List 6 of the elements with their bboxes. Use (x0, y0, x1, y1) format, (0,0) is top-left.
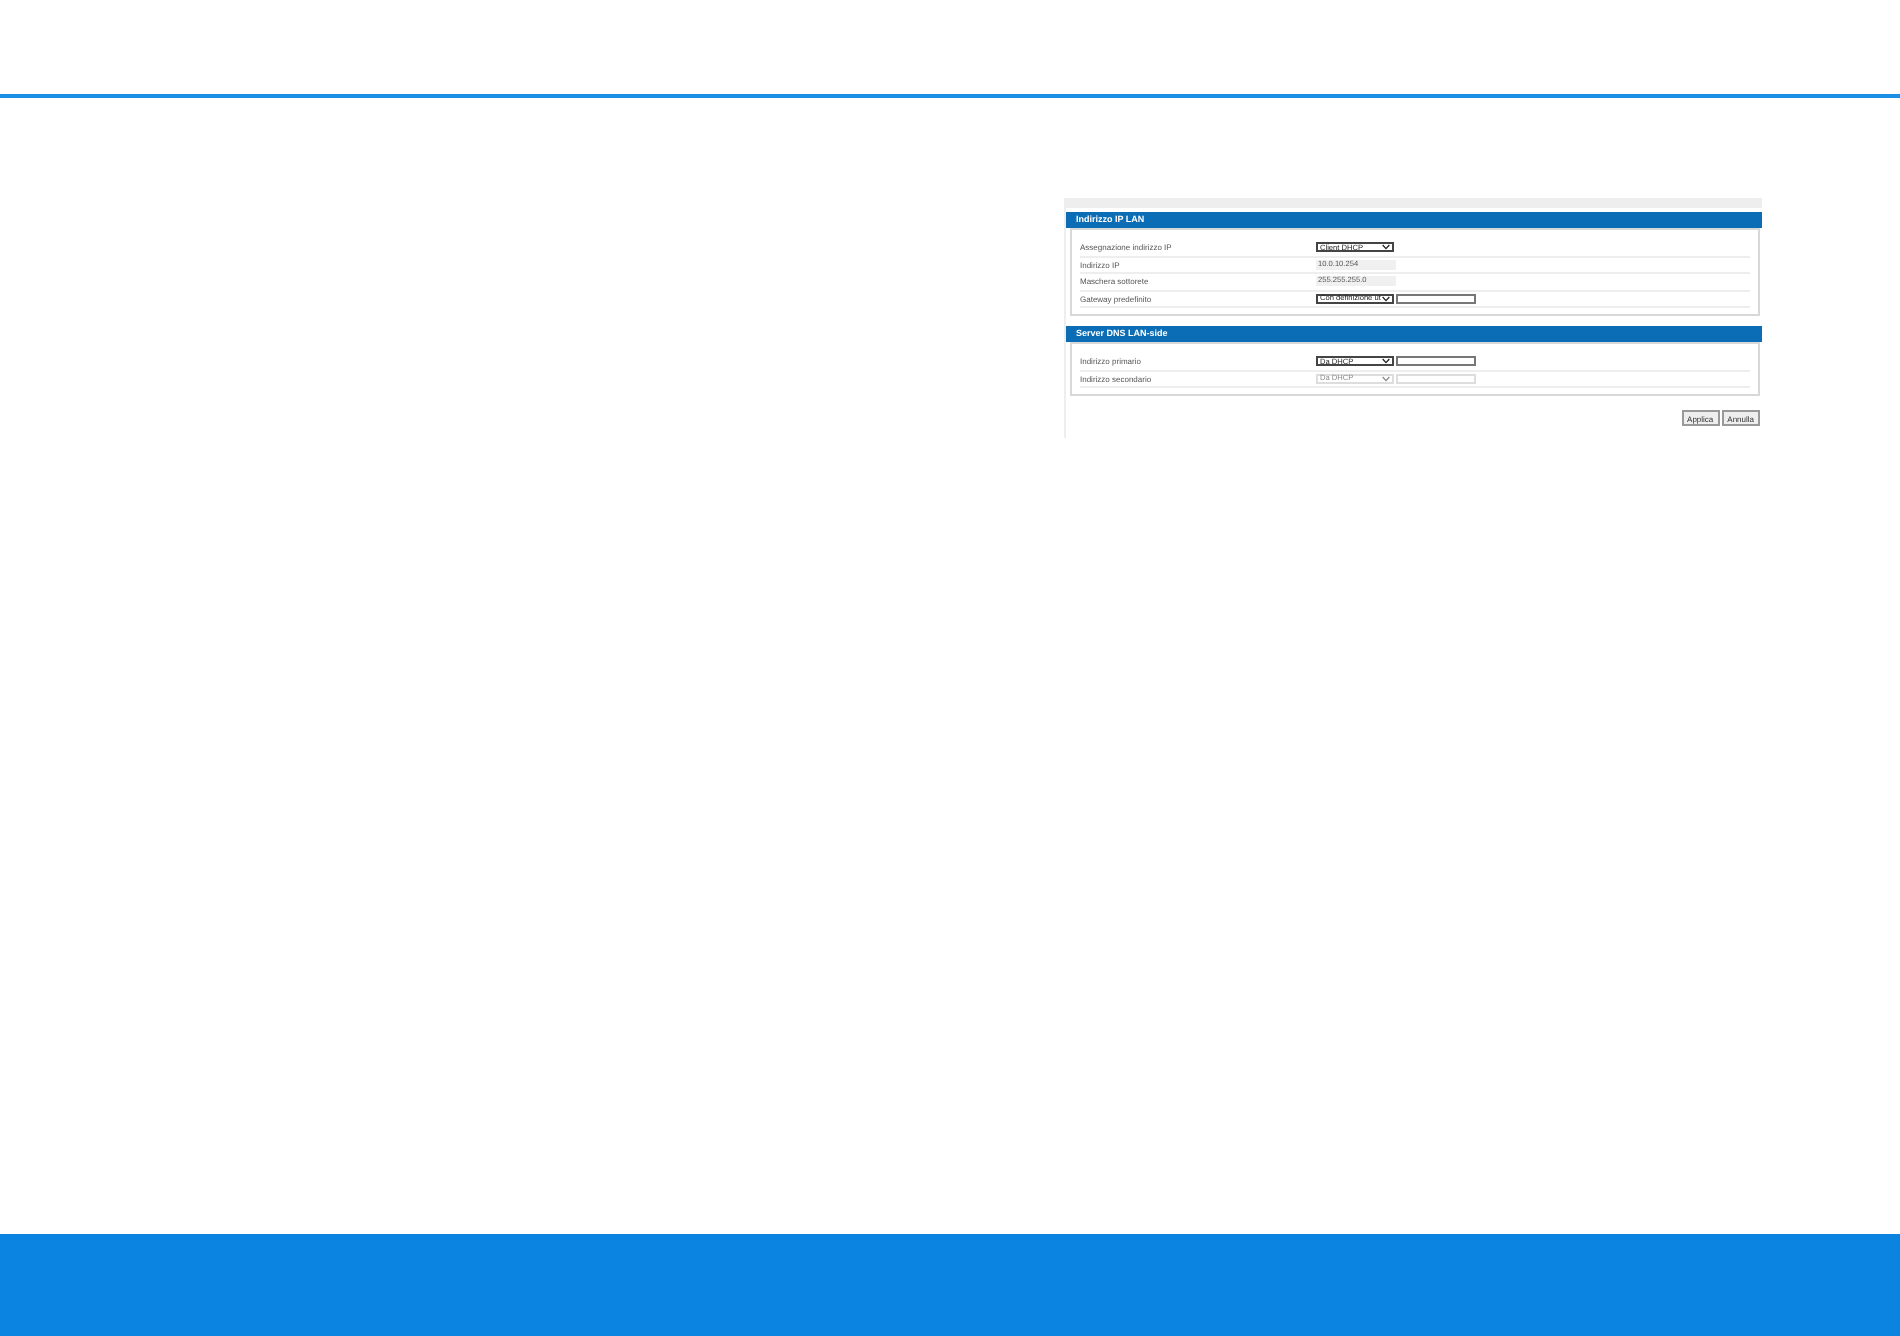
caret-icon (1382, 244, 1390, 251)
caret-icon (1382, 375, 1390, 382)
input-field[interactable] (1396, 356, 1476, 367)
caret-icon (1382, 295, 1390, 302)
input-field[interactable] (1396, 293, 1476, 304)
caret-icon (1382, 358, 1390, 365)
